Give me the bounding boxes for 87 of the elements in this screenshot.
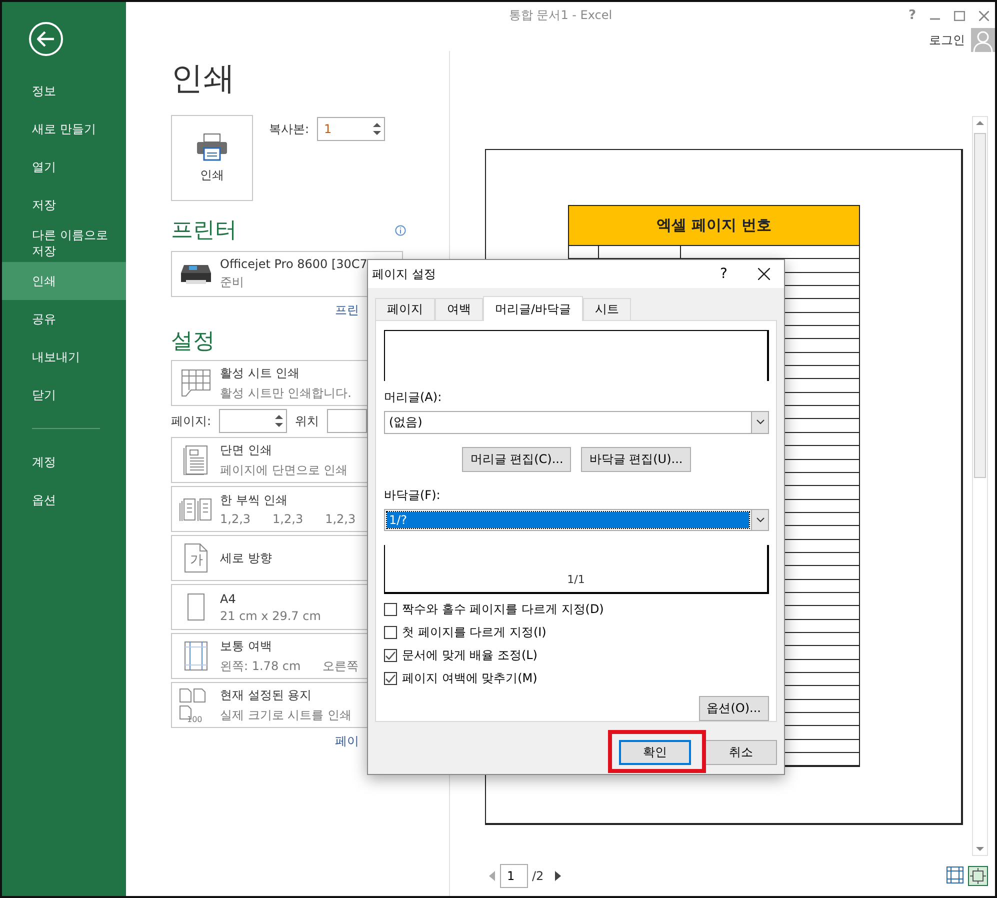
option-title: A4 [220, 592, 237, 606]
printer-icon [180, 263, 212, 285]
footer-preview: 1/1 [384, 545, 769, 594]
page-total: /2 [532, 869, 544, 883]
next-page-icon[interactable] [554, 871, 562, 881]
edit-button[interactable]: 머리글 편집(C)... [462, 446, 572, 472]
option-title: 보통 여백 [220, 638, 273, 654]
caret-icon [756, 419, 764, 426]
option-title: 활성 시트 인쇄 [220, 364, 301, 382]
icon-label: 100 [187, 715, 202, 724]
info-icon[interactable] [395, 224, 406, 236]
options-button[interactable]: 옵션(O)... [698, 696, 769, 721]
sign-in-link[interactable]: 로그인 [929, 32, 965, 48]
option-title: 세로 방향 [220, 550, 272, 566]
sheet-title: 엑셀 페이지 번호 [569, 206, 859, 246]
window-title: 통합 문서1 - Excel [508, 7, 612, 24]
option-detail: 실제 크기로 시트를 인쇄 [220, 706, 352, 724]
help-button[interactable]: ? [908, 8, 916, 23]
option-detail: 페이지에 단면으로 인쇄 [220, 462, 348, 478]
option-title: 현재 설정된 용지 [220, 686, 313, 704]
zoom-page-icon[interactable] [968, 866, 988, 886]
option-detail: 활성 시트만 인쇄합니다. [220, 384, 352, 402]
stacked-pages-icon [179, 497, 213, 521]
printer-name: Officejet Pro 8600 [30C7 [220, 257, 368, 271]
previous-page-icon[interactable] [488, 871, 496, 881]
option-detail: 21 cm x 29.7 cm [220, 608, 321, 622]
pages-from-field[interactable] [219, 409, 288, 433]
pages-label: 페이지: [171, 412, 212, 430]
sheet-grid-icon [181, 369, 211, 397]
edit-button[interactable]: 바닥글 편집(U)... [581, 446, 691, 472]
icon-label: 가 [190, 552, 203, 569]
portrait-page-icon [184, 543, 208, 573]
document-icon [183, 445, 209, 475]
sidebar-item[interactable]: 내보내기 [2, 338, 126, 376]
back-arrow-icon [37, 31, 55, 47]
printer-icon [196, 132, 228, 160]
option-detail: 1,2,3 [220, 512, 251, 526]
sidebar-item[interactable]: 다른 이름으로 저장 [2, 224, 126, 262]
header-dropdown[interactable]: (없음) [384, 410, 769, 434]
option-title: 한 부씩 인쇄 [220, 492, 289, 509]
sidebar-item[interactable]: 인쇄 [2, 262, 126, 300]
printer-status: 준비 [220, 274, 245, 291]
sidebar-item[interactable]: 저장 [2, 186, 126, 224]
margins-view-icon[interactable] [946, 866, 964, 884]
copies-label: 복사본: [269, 120, 310, 138]
pages-to-label: 위치 [295, 412, 320, 430]
user-avatar-icon[interactable] [971, 28, 995, 52]
back-button[interactable] [29, 22, 63, 56]
cancel-button[interactable]: 취소 [705, 740, 777, 765]
pages-to-field[interactable] [327, 409, 368, 433]
spinner-arrows-icon[interactable] [275, 413, 284, 429]
caret-icon [756, 516, 764, 523]
checkmark-icon [385, 650, 396, 661]
section-heading: 프린터 [171, 217, 237, 245]
sidebar-item[interactable]: 닫기 [2, 376, 126, 414]
ok-button[interactable]: 확인 [619, 740, 691, 765]
vertical-scrollbar[interactable] [972, 116, 988, 856]
page-title: 인쇄 [171, 58, 236, 99]
dialog-tab[interactable]: 여백 [435, 298, 483, 320]
dialog-tab[interactable]: 시트 [583, 298, 632, 320]
option-detail: 1,2,3 [272, 512, 304, 526]
sidebar-item[interactable]: 공유 [2, 300, 126, 338]
sidebar-item[interactable]: 계정 [2, 443, 126, 481]
sidebar-item[interactable]: 옵션 [2, 481, 126, 519]
close-icon[interactable] [758, 268, 770, 280]
scroll-up-icon[interactable] [976, 120, 984, 125]
help-button[interactable]: ? [720, 266, 750, 282]
checkmark-icon [385, 673, 396, 684]
dialog-tab[interactable]: 페이지 [375, 298, 435, 320]
scroll-down-icon[interactable] [976, 847, 984, 852]
option-title: 단면 인쇄 [220, 442, 273, 458]
option-detail: 1,2,3 [325, 512, 356, 526]
option-detail: 왼쪽: 1.78 cm [220, 658, 301, 674]
footer-dropdown[interactable]: 1/? [384, 508, 769, 532]
print-button[interactable]: 인쇄 [171, 115, 253, 201]
page-icon [187, 593, 205, 621]
sidebar-item[interactable]: 새로 만들기 [2, 110, 126, 148]
sidebar-item[interactable]: 정보 [2, 72, 126, 110]
dialog-tab[interactable]: 머리글/바닥글 [483, 296, 584, 321]
option-detail: 오른쪽 [322, 658, 359, 674]
maximize-icon[interactable] [954, 10, 965, 20]
margins-icon [184, 641, 208, 671]
sidebar-item[interactable]: 열기 [2, 148, 126, 186]
section-heading: 설정 [171, 328, 215, 356]
page-number-field[interactable]: 1 [500, 864, 528, 888]
copies-field[interactable]: 1 [317, 117, 386, 141]
spinner-arrows-icon[interactable] [373, 121, 382, 137]
